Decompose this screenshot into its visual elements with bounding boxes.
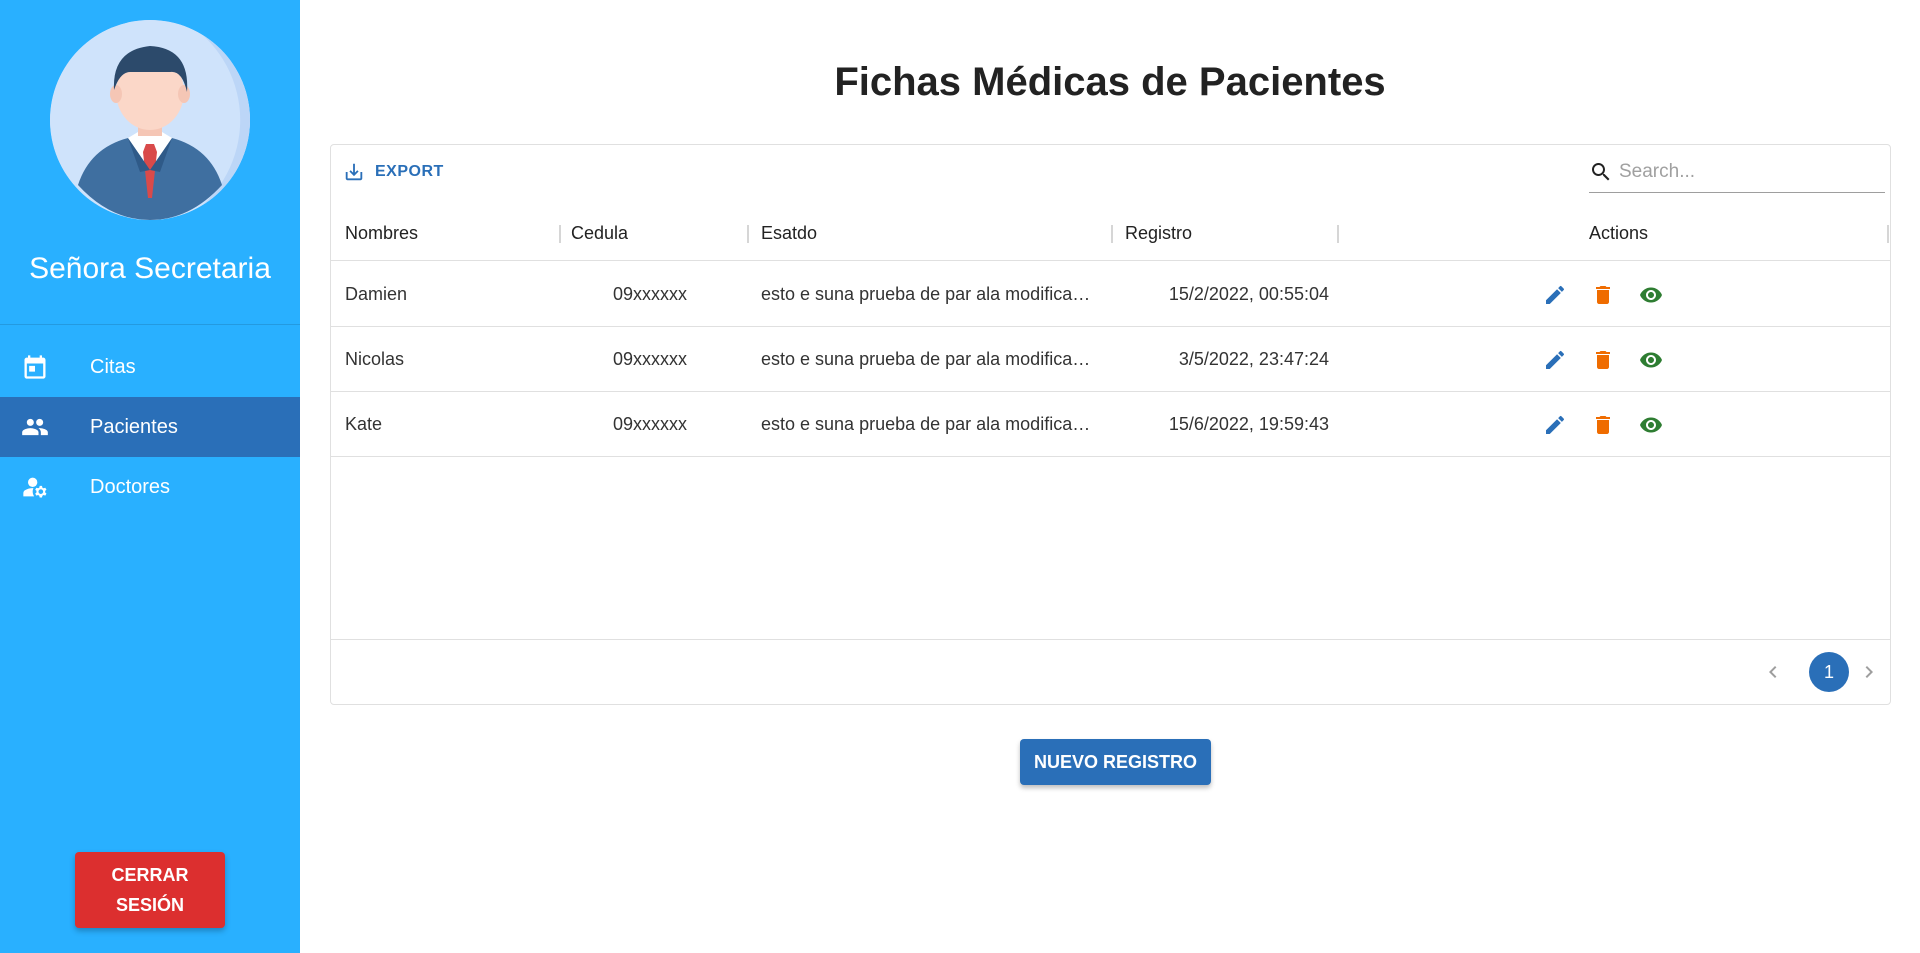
sidebar-divider: [0, 324, 300, 325]
search-box: [1589, 151, 1885, 193]
search-icon: [1592, 162, 1610, 180]
delete-icon[interactable]: [1589, 411, 1617, 439]
cell-estado: esto e suna prueba de par ala modificaci…: [761, 284, 1099, 304]
chevron-right-icon: [1865, 666, 1873, 678]
view-icon[interactable]: [1637, 411, 1665, 439]
column-header-estado[interactable]: Esatdo: [761, 205, 817, 261]
cell-registro: 15/6/2022, 19:59:43: [1168, 414, 1329, 434]
next-page-button[interactable]: [1857, 660, 1881, 684]
avatar: [50, 20, 250, 220]
cell-registro: 15/2/2022, 00:55:04: [1168, 284, 1329, 304]
chevron-left-icon: [1769, 666, 1777, 678]
cell-cedula: 09xxxxxx: [612, 414, 687, 434]
user-name: Señora Secretaria: [29, 252, 271, 285]
column-separator[interactable]: [747, 225, 749, 243]
table-header: Nombres Cedula Esatdo Registro Actions: [331, 205, 1890, 261]
logout-button[interactable]: CERRAR SESIÓN: [75, 852, 225, 928]
page-number-button[interactable]: 1: [1809, 652, 1849, 692]
person-gear-icon: [20, 472, 50, 502]
cell-cedula: 09xxxxxx: [612, 284, 687, 304]
people-icon: [20, 412, 50, 442]
sidebar-item-label: Pacientes: [90, 415, 178, 438]
cell-nombre: Kate: [345, 414, 383, 434]
export-button[interactable]: EXPORT: [343, 161, 444, 183]
delete-icon[interactable]: [1589, 281, 1617, 309]
cell-estado: esto e suna prueba de par ala modificaci…: [761, 414, 1099, 434]
export-label: EXPORT: [375, 163, 444, 180]
column-separator[interactable]: [1887, 225, 1889, 243]
column-header-registro[interactable]: Registro: [1125, 205, 1192, 261]
search-input[interactable]: [1619, 160, 1869, 183]
view-icon[interactable]: [1637, 346, 1665, 374]
edit-icon[interactable]: [1541, 281, 1569, 309]
cell-cedula: 09xxxxxx: [612, 349, 687, 369]
row-actions: [1541, 392, 1685, 457]
column-header-cedula[interactable]: Cedula: [571, 205, 628, 261]
new-record-button[interactable]: NUEVO REGISTRO: [1020, 739, 1211, 785]
row-actions: [1541, 262, 1685, 327]
sidebar-item-label: Doctores: [90, 475, 171, 498]
patients-data-grid: EXPORT Nombres Cedula Esatdo Registro Ac…: [330, 144, 1891, 705]
logout-label-line2: SESIÓN: [115, 895, 185, 915]
cell-estado: esto e suna prueba de par ala modificaci…: [761, 349, 1099, 369]
column-separator[interactable]: [1111, 225, 1113, 243]
view-icon[interactable]: [1637, 281, 1665, 309]
table-row[interactable]: Damien 09xxxxxx esto e suna prueba de pa…: [331, 262, 1890, 327]
sidebar-item-doctores[interactable]: Doctores: [0, 457, 300, 517]
grid-footer: 1: [331, 639, 1890, 704]
sidebar-item-pacientes[interactable]: Pacientes: [0, 397, 300, 457]
edit-icon[interactable]: [1541, 411, 1569, 439]
column-separator[interactable]: [1337, 225, 1339, 243]
delete-icon[interactable]: [1589, 346, 1617, 374]
column-header-actions: Actions: [1589, 223, 1649, 243]
sidebar-item-label: Citas: [90, 355, 136, 378]
column-header-nombres[interactable]: Nombres: [345, 205, 418, 261]
cell-nombre: Nicolas: [345, 349, 405, 369]
table-row[interactable]: Nicolas 09xxxxxx esto e suna prueba de p…: [331, 327, 1890, 392]
cell-registro: 3/5/2022, 23:47:24: [1178, 349, 1329, 369]
column-separator[interactable]: [559, 225, 561, 243]
sidebar: Señora Secretaria Citas Pacientes Doctor…: [0, 0, 300, 953]
row-actions: [1541, 327, 1685, 392]
table-row[interactable]: Kate 09xxxxxx esto e suna prueba de par …: [331, 392, 1890, 457]
previous-page-button[interactable]: [1761, 660, 1785, 684]
edit-icon[interactable]: [1541, 346, 1569, 374]
businessman-avatar-icon: [50, 20, 250, 220]
calendar-icon: [20, 352, 50, 382]
sidebar-item-citas[interactable]: Citas: [0, 337, 300, 397]
cell-nombre: Damien: [345, 284, 408, 304]
download-icon: [345, 163, 363, 181]
logout-label-line1: CERRAR: [111, 865, 189, 885]
page-title: Fichas Médicas de Pacientes: [834, 60, 1386, 104]
grid-toolbar: EXPORT: [331, 145, 1890, 205]
